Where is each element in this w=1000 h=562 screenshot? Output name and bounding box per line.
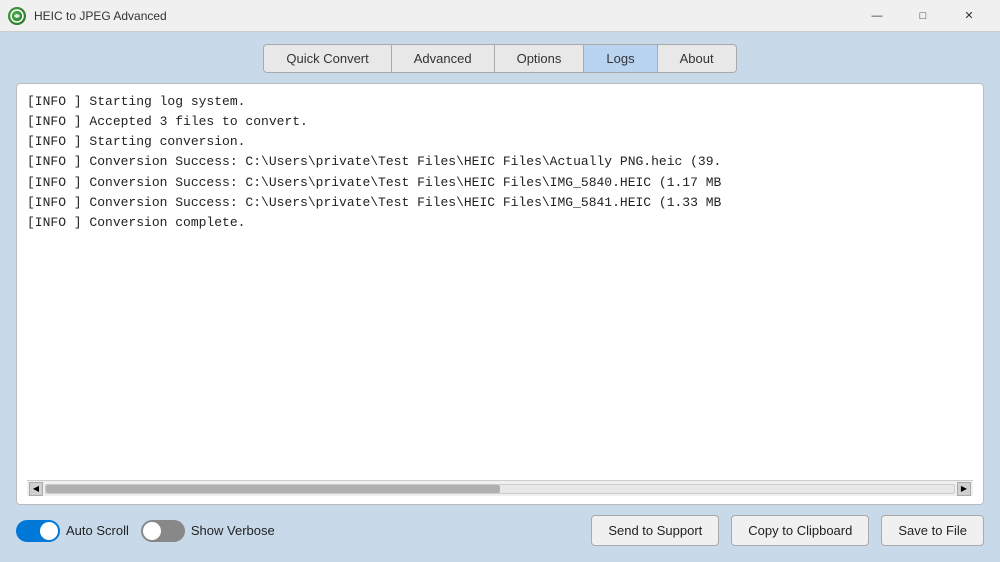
show-verbose-toggle[interactable]: [141, 520, 185, 542]
auto-scroll-track: [16, 520, 60, 542]
minimize-button[interactable]: —: [854, 0, 900, 32]
show-verbose-track: [141, 520, 185, 542]
log-container: [INFO ] Starting log system.[INFO ] Acce…: [16, 83, 984, 505]
log-content: [INFO ] Starting log system.[INFO ] Acce…: [27, 92, 973, 476]
main-content: Quick Convert Advanced Options Logs Abou…: [0, 32, 1000, 562]
log-line: [INFO ] Conversion complete.: [27, 213, 973, 233]
log-line: [INFO ] Conversion Success: C:\Users\pri…: [27, 152, 973, 172]
auto-scroll-knob: [40, 522, 58, 540]
scroll-track[interactable]: [45, 484, 955, 494]
show-verbose-knob: [143, 522, 161, 540]
close-button[interactable]: ✕: [946, 0, 992, 32]
scroll-thumb[interactable]: [46, 485, 500, 493]
log-line: [INFO ] Conversion Success: C:\Users\pri…: [27, 173, 973, 193]
bottom-controls: Auto Scroll Show Verbose Send to Support…: [16, 515, 984, 546]
tab-logs[interactable]: Logs: [584, 44, 657, 73]
tab-options[interactable]: Options: [495, 44, 585, 73]
tab-quick-convert[interactable]: Quick Convert: [263, 44, 391, 73]
auto-scroll-group: Auto Scroll: [16, 520, 129, 542]
tab-about[interactable]: About: [658, 44, 737, 73]
app-icon: [8, 7, 26, 25]
send-to-support-button[interactable]: Send to Support: [591, 515, 719, 546]
show-verbose-group: Show Verbose: [141, 520, 275, 542]
auto-scroll-label: Auto Scroll: [66, 523, 129, 538]
titlebar: HEIC to JPEG Advanced — □ ✕: [0, 0, 1000, 32]
scroll-right-arrow[interactable]: ▶: [957, 482, 971, 496]
horizontal-scrollbar[interactable]: ◀ ▶: [27, 480, 973, 496]
log-line: [INFO ] Conversion Success: C:\Users\pri…: [27, 193, 973, 213]
maximize-button[interactable]: □: [900, 0, 946, 32]
window-title: HEIC to JPEG Advanced: [34, 9, 854, 23]
scroll-left-arrow[interactable]: ◀: [29, 482, 43, 496]
log-line: [INFO ] Accepted 3 files to convert.: [27, 112, 973, 132]
auto-scroll-toggle[interactable]: [16, 520, 60, 542]
tab-advanced[interactable]: Advanced: [392, 44, 495, 73]
window-controls: — □ ✕: [854, 0, 992, 32]
save-to-file-button[interactable]: Save to File: [881, 515, 984, 546]
log-line: [INFO ] Starting log system.: [27, 92, 973, 112]
copy-to-clipboard-button[interactable]: Copy to Clipboard: [731, 515, 869, 546]
show-verbose-label: Show Verbose: [191, 523, 275, 538]
log-line: [INFO ] Starting conversion.: [27, 132, 973, 152]
tab-bar: Quick Convert Advanced Options Logs Abou…: [16, 44, 984, 73]
